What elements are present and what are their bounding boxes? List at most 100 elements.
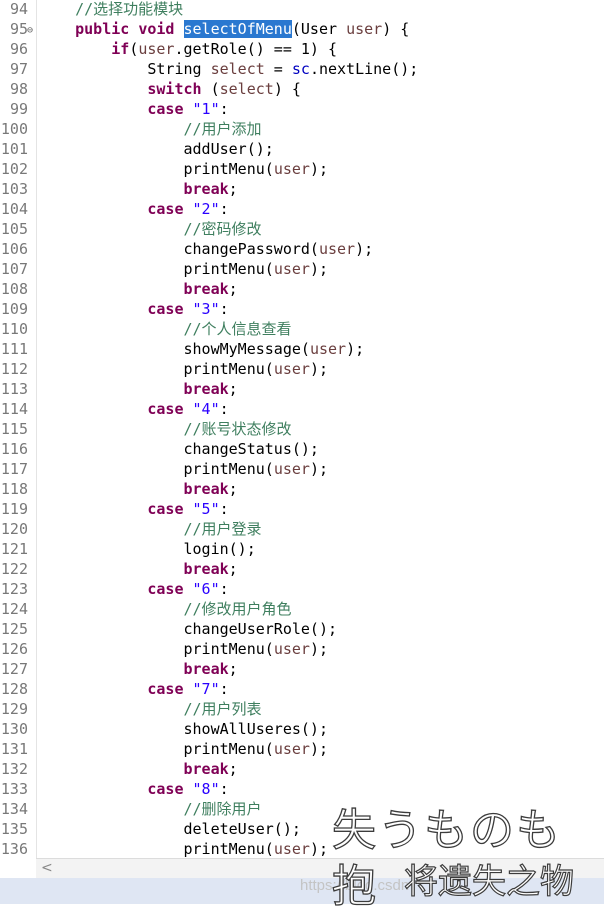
code-line[interactable]: 128 case "7": [0, 679, 604, 699]
code-line[interactable]: 116 changeStatus(); [0, 439, 604, 459]
code-token: "3" [192, 300, 220, 318]
code-token: "1" [192, 100, 220, 118]
code-token: user [309, 340, 347, 358]
code-token: ; [228, 280, 238, 298]
code-token: : [219, 500, 229, 518]
code-line[interactable]: 131 printMenu(user); [0, 739, 604, 759]
code-token: ); [309, 740, 328, 758]
code-token: ; [228, 560, 238, 578]
code-line[interactable]: 109 case "3": [0, 299, 604, 319]
code-token: //用户列表 [183, 700, 262, 718]
code-text: break; [39, 659, 238, 679]
code-text: case "6": [39, 579, 228, 599]
code-line[interactable]: 105 //密码修改 [0, 219, 604, 239]
code-line[interactable]: 114 case "4": [0, 399, 604, 419]
line-number: 112 [0, 360, 28, 378]
code-line[interactable]: 127 break; [0, 659, 604, 679]
code-line[interactable]: 117 printMenu(user); [0, 459, 604, 479]
code-line[interactable]: 115 //账号状态修改 [0, 419, 604, 439]
code-line[interactable]: 106 changePassword(user); [0, 239, 604, 259]
line-number: 104 [0, 200, 28, 218]
line-number: 109 [0, 300, 28, 318]
code-token: switch [147, 80, 202, 98]
code-token: break [183, 180, 229, 198]
code-token: ); [309, 840, 328, 858]
code-token: "6" [192, 580, 220, 598]
code-token: ); [309, 460, 328, 478]
code-line[interactable]: 120 //用户登录 [0, 519, 604, 539]
code-line[interactable]: 110 //个人信息查看 [0, 319, 604, 339]
line-number: 113 [0, 380, 28, 398]
code-token: changePassword( [39, 240, 319, 258]
code-line[interactable]: 97 String select = sc.nextLine(); [0, 59, 604, 79]
code-token: ); [346, 340, 365, 358]
code-line[interactable]: 112 printMenu(user); [0, 359, 604, 379]
line-number: 116 [0, 440, 28, 458]
code-token: "2" [192, 200, 220, 218]
code-line[interactable]: 130 showAllUseres(); [0, 719, 604, 739]
code-line[interactable]: 118 break; [0, 479, 604, 499]
code-line[interactable]: 98 switch (select) { [0, 79, 604, 99]
code-line[interactable]: 126 printMenu(user); [0, 639, 604, 659]
code-line[interactable]: 124 //修改用户角色 [0, 599, 604, 619]
code-token: printMenu( [39, 840, 274, 858]
code-token: user [273, 160, 310, 178]
code-line[interactable]: 107 printMenu(user); [0, 259, 604, 279]
code-token: ); [309, 260, 328, 278]
code-text: break; [39, 479, 238, 499]
code-token: .nextLine(); [309, 60, 419, 78]
code-line[interactable]: 94 //选择功能模块 [0, 0, 604, 19]
code-token: changeUserRole(); [39, 620, 338, 638]
code-line[interactable]: 99 case "1": [0, 99, 604, 119]
code-line[interactable]: 102 printMenu(user); [0, 159, 604, 179]
code-line[interactable]: 113 break; [0, 379, 604, 399]
code-editor[interactable]: 94 //选择功能模块 95 ⊖ public void selectOfMenu(… [0, 0, 604, 858]
code-line[interactable]: 95 ⊖ public void selectOfMenu(User user) … [0, 19, 604, 39]
code-line[interactable]: 125 changeUserRole(); [0, 619, 604, 639]
code-line[interactable]: 96 if(user.getRole() == 1) { [0, 39, 604, 59]
chevron-left-icon[interactable]: < [41, 859, 53, 877]
code-line[interactable]: 122 break; [0, 559, 604, 579]
code-token: addUser(); [39, 140, 274, 158]
code-line[interactable]: 119 case "5": [0, 499, 604, 519]
code-line[interactable]: 111 showMyMessage(user); [0, 339, 604, 359]
line-number: 122 [0, 560, 28, 578]
code-token: : [219, 780, 229, 798]
code-token: showMyMessage( [39, 340, 310, 358]
code-line[interactable]: 132 break; [0, 759, 604, 779]
code-line[interactable]: 104 case "2": [0, 199, 604, 219]
code-token: "4" [192, 400, 220, 418]
code-token: case [147, 780, 184, 798]
code-text: printMenu(user); [39, 259, 328, 279]
code-line[interactable]: 129 //用户列表 [0, 699, 604, 719]
code-token: //密码修改 [183, 220, 262, 238]
code-token: //个人信息查看 [183, 320, 292, 338]
line-number: 101 [0, 140, 28, 158]
code-token: public [75, 20, 130, 38]
code-line[interactable]: 108 break; [0, 279, 604, 299]
code-token: case [147, 680, 184, 698]
code-line[interactable]: 121 login(); [0, 539, 604, 559]
code-line[interactable]: 123 case "6": [0, 579, 604, 599]
code-line[interactable]: 103 break; [0, 179, 604, 199]
code-token: ) { [273, 80, 301, 98]
code-line[interactable]: 133 case "8": [0, 779, 604, 799]
fold-collapse-icon[interactable]: ⊖ [27, 21, 33, 41]
code-text: //用户列表 [39, 699, 262, 719]
code-text: changeUserRole(); [39, 619, 337, 639]
code-token: if [111, 40, 130, 58]
line-number: 127 [0, 660, 28, 678]
code-token: "5" [192, 500, 220, 518]
code-token: printMenu( [39, 460, 274, 478]
code-text: addUser(); [39, 139, 274, 159]
code-line[interactable]: 100 //用户添加 [0, 119, 604, 139]
code-token: "8" [192, 780, 220, 798]
code-token: : [219, 100, 229, 118]
code-line[interactable]: 101 addUser(); [0, 139, 604, 159]
